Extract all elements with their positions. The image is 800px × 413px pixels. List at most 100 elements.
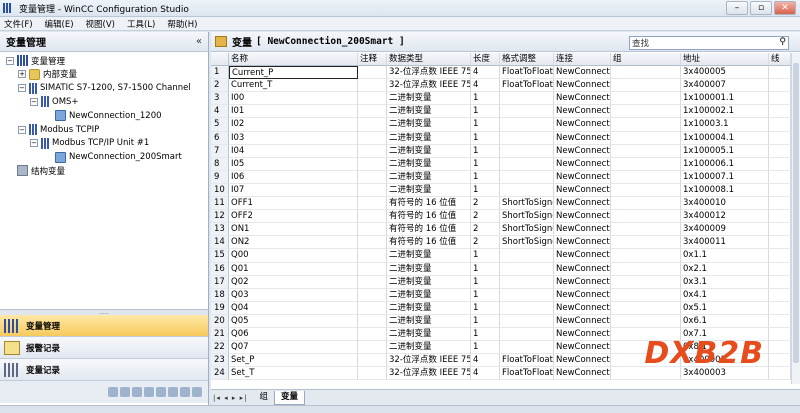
comment-cell[interactable]: [358, 354, 387, 368]
data-type-cell[interactable]: 二进制变量: [387, 262, 471, 276]
group-cell[interactable]: [611, 301, 681, 315]
table-row[interactable]: 6I03 二进制变量1 NewConnection_200Smart 1x100004…: [211, 131, 791, 145]
format-cell[interactable]: FloatToFloat: [500, 66, 554, 80]
format-cell[interactable]: [500, 92, 554, 106]
address-cell[interactable]: 1x100008.1: [681, 183, 769, 198]
group-cell[interactable]: [611, 66, 681, 80]
length-cell[interactable]: 4: [471, 79, 500, 93]
extra-cell[interactable]: [769, 367, 791, 381]
row-number[interactable]: 4: [211, 105, 229, 119]
comment-cell[interactable]: [358, 249, 387, 263]
name-cell[interactable]: Q05: [229, 314, 358, 328]
row-number[interactable]: 17: [211, 275, 229, 289]
group-cell[interactable]: [611, 118, 681, 132]
format-cell[interactable]: [500, 144, 554, 158]
table-row[interactable]: 19Q04 二进制变量1 NewConnection_200Smart 0x5.1: [211, 301, 791, 315]
extra-cell[interactable]: [769, 170, 791, 184]
table-row[interactable]: 16Q01 二进制变量1 NewConnection_200Smart 0x2.1: [211, 262, 791, 276]
search-icon[interactable]: ⚲: [779, 37, 786, 47]
comment-cell[interactable]: [358, 170, 387, 184]
table-row[interactable]: 10I07 二进制变量1 NewConnection_200Smart 1x10000…: [211, 183, 791, 198]
editor-shortcut-icon[interactable]: [132, 387, 142, 397]
format-cell[interactable]: [500, 314, 554, 328]
comment-cell[interactable]: [358, 262, 387, 276]
name-cell[interactable]: Q02: [229, 275, 358, 289]
row-number[interactable]: 13: [211, 223, 229, 237]
tree-node[interactable]: − OMS+: [30, 95, 79, 108]
comment-cell[interactable]: [358, 92, 387, 106]
comment-cell[interactable]: [358, 210, 387, 224]
extra-cell[interactable]: [769, 66, 791, 80]
minimize-button[interactable]: –: [726, 1, 748, 15]
extra-cell[interactable]: [769, 105, 791, 119]
extra-cell[interactable]: [769, 262, 791, 276]
collapse-icon[interactable]: −: [18, 125, 26, 134]
extra-cell[interactable]: [769, 341, 791, 355]
row-number[interactable]: 24: [211, 367, 229, 381]
extra-cell[interactable]: [769, 275, 791, 289]
name-cell[interactable]: Q07: [229, 341, 358, 355]
connection-cell[interactable]: NewConnection_200Smart: [554, 236, 611, 250]
connection-cell[interactable]: NewConnection_200Smart: [554, 118, 611, 132]
table-row[interactable]: 3I00 二进制变量1 NewConnection_200Smart 1x100001…: [211, 92, 791, 106]
extra-cell[interactable]: [769, 249, 791, 263]
collapse-icon[interactable]: −: [6, 56, 14, 65]
length-cell[interactable]: 2: [471, 223, 500, 237]
format-cell[interactable]: [500, 341, 554, 355]
column-comment-header[interactable]: 注释: [358, 53, 387, 67]
row-number[interactable]: 10: [211, 183, 229, 198]
tab-tags[interactable]: 变量: [273, 390, 305, 405]
column-extra-header[interactable]: 线: [769, 53, 791, 67]
table-row[interactable]: 1 Current_P 32-位浮点数 IEEE 754 4 FloatToFloat N…: [211, 66, 791, 80]
row-number[interactable]: 18: [211, 288, 229, 302]
connection-cell[interactable]: NewConnection_200Smart: [554, 131, 611, 145]
editor-shortcut-icon[interactable]: [108, 387, 118, 397]
table-row[interactable]: 9I06 二进制变量1 NewConnection_200Smart 1x100007…: [211, 170, 791, 184]
row-number[interactable]: 11: [211, 197, 229, 211]
tree-node[interactable]: 结构变量: [6, 164, 65, 177]
table-row[interactable]: 8I05 二进制变量1 NewConnection_200Smart 1x100006…: [211, 157, 791, 171]
address-cell[interactable]: 1x100001.1: [681, 92, 769, 106]
table-row[interactable]: 20Q05 二进制变量1 NewConnection_200Smart 0x6.1: [211, 314, 791, 328]
column-connection-header[interactable]: 连接: [554, 53, 611, 67]
format-cell[interactable]: [500, 288, 554, 302]
table-row[interactable]: 12OFF2 有符号的 16 位值2ShortToSignedWordNewCon…: [211, 210, 791, 224]
vertical-scrollbar[interactable]: [791, 53, 800, 384]
nav-tag-management[interactable]: 变量管理: [0, 315, 208, 337]
data-type-cell[interactable]: 32-位浮点数 IEEE 754: [387, 367, 471, 381]
comment-cell[interactable]: [358, 236, 387, 250]
data-type-cell[interactable]: 二进制变量: [387, 249, 471, 263]
name-cell[interactable]: ON1: [229, 223, 358, 237]
connection-cell[interactable]: NewConnection_200Smart: [554, 275, 611, 289]
data-type-cell[interactable]: 有符号的 16 位值: [387, 210, 471, 224]
length-cell[interactable]: 1: [471, 249, 500, 263]
name-cell[interactable]: I05: [229, 157, 358, 171]
column-name-header[interactable]: 名称: [229, 53, 358, 67]
address-cell[interactable]: 3x400010: [681, 197, 769, 211]
data-type-cell[interactable]: 二进制变量: [387, 288, 471, 302]
name-cell[interactable]: Q06: [229, 327, 358, 342]
length-cell[interactable]: 1: [471, 170, 500, 184]
extra-cell[interactable]: [769, 327, 791, 342]
group-cell[interactable]: [611, 197, 681, 211]
connection-cell[interactable]: NewConnection_200Smart: [554, 301, 611, 315]
row-number[interactable]: 12: [211, 210, 229, 224]
length-cell[interactable]: 1: [471, 105, 500, 119]
format-cell[interactable]: [500, 301, 554, 315]
connection-cell[interactable]: NewConnection_200Smart: [554, 105, 611, 119]
name-cell[interactable]: I03: [229, 131, 358, 145]
data-type-cell[interactable]: 二进制变量: [387, 118, 471, 132]
collapse-pane-button[interactable]: «: [196, 36, 202, 47]
scroll-thumb[interactable]: [793, 63, 799, 363]
tree-node[interactable]: − 变量管理: [6, 54, 65, 67]
length-cell[interactable]: 1: [471, 183, 500, 198]
row-number[interactable]: 6: [211, 131, 229, 145]
address-cell[interactable]: 0x6.1: [681, 314, 769, 328]
row-number[interactable]: 7: [211, 144, 229, 158]
column-format-header[interactable]: 格式调整: [500, 53, 554, 67]
editor-shortcut-icon[interactable]: [168, 387, 178, 397]
menu-edit[interactable]: 编辑(E): [45, 18, 74, 30]
extra-cell[interactable]: [769, 183, 791, 198]
editor-shortcut-icon[interactable]: [192, 387, 202, 397]
table-row[interactable]: 13ON1 有符号的 16 位值2ShortToSignedWordNewConn…: [211, 223, 791, 237]
